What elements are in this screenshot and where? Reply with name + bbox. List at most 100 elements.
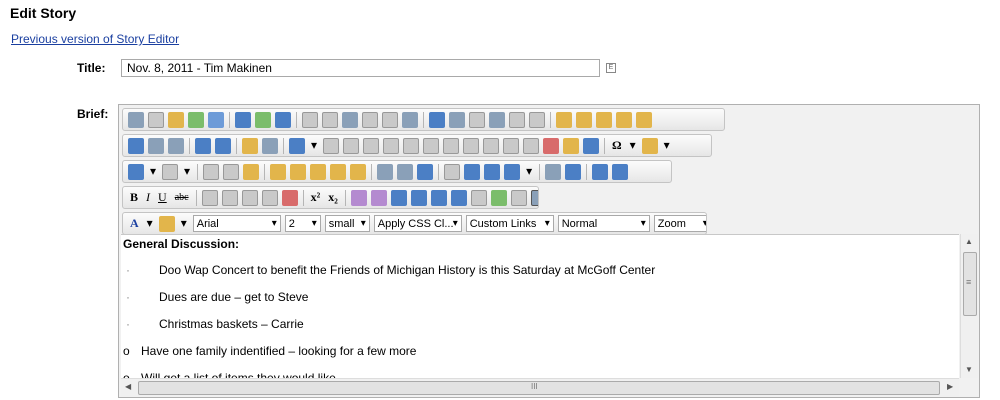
custom-links-select[interactable]: Custom Links: [465, 215, 554, 232]
convert-lower-icon[interactable]: [350, 189, 367, 206]
paragraph-marks-icon[interactable]: [464, 163, 481, 180]
bulleted-list-icon[interactable]: [450, 189, 467, 206]
cut-cell-icon[interactable]: [543, 137, 560, 154]
label-icon[interactable]: [509, 111, 525, 128]
hyperlink-icon[interactable]: [195, 137, 211, 154]
select-list-icon[interactable]: [382, 111, 398, 128]
strip-span-icon[interactable]: [636, 111, 652, 128]
horizontal-scrollbar[interactable]: ◀ III ▶: [121, 378, 959, 396]
find-icon[interactable]: [397, 163, 414, 180]
bold-icon[interactable]: B: [130, 190, 138, 205]
highlight-color-icon[interactable]: [158, 215, 175, 232]
strip-font-icon[interactable]: [616, 111, 632, 128]
undo-dropdown-icon[interactable]: ▾: [150, 164, 156, 179]
link-manager-icon[interactable]: [490, 189, 507, 206]
radio-button-icon[interactable]: [429, 111, 445, 128]
edit-icon[interactable]: [188, 111, 204, 128]
absolute-position-icon[interactable]: [470, 189, 487, 206]
paste-as-html-icon[interactable]: [330, 163, 347, 180]
outdent-icon[interactable]: [410, 189, 427, 206]
scroll-right-icon[interactable]: ▶: [947, 382, 953, 391]
time-icon[interactable]: [565, 163, 582, 180]
cell-properties-icon[interactable]: [503, 137, 520, 154]
paste-icon[interactable]: [243, 163, 260, 180]
checkbox-icon[interactable]: [362, 111, 378, 128]
title-input[interactable]: [121, 59, 600, 77]
snippets-dropdown-icon[interactable]: ▾: [664, 138, 670, 153]
convert-upper-icon[interactable]: [370, 189, 387, 206]
split-cell-icon[interactable]: [463, 137, 480, 154]
highlight-dropdown-icon[interactable]: ▾: [181, 216, 187, 231]
merge-cells-icon[interactable]: [443, 137, 460, 154]
print-icon[interactable]: [377, 163, 394, 180]
toggle-border-icon[interactable]: [530, 189, 538, 206]
insert-column-left-icon[interactable]: [383, 137, 400, 154]
redo-icon[interactable]: [162, 163, 179, 180]
symbol-dropdown-icon[interactable]: ▾: [526, 164, 532, 179]
format-painter-icon[interactable]: [208, 111, 224, 128]
align-right-icon[interactable]: [241, 189, 258, 206]
strip-word-icon[interactable]: [576, 111, 592, 128]
strikethrough-icon[interactable]: abc: [175, 192, 189, 203]
indent-icon[interactable]: [390, 189, 407, 206]
anchor-icon[interactable]: [215, 137, 231, 154]
delete-row-icon[interactable]: [363, 137, 380, 154]
text-box-icon[interactable]: [529, 111, 545, 128]
remove-link-icon[interactable]: [510, 189, 527, 206]
css-size-select[interactable]: small: [324, 215, 370, 232]
previous-version-link[interactable]: Previous version of Story Editor: [11, 32, 179, 46]
vertical-scroll-thumb[interactable]: ≡: [963, 252, 977, 316]
insert-symbol-icon[interactable]: [504, 163, 521, 180]
delete-column-icon[interactable]: [423, 137, 440, 154]
undo-icon[interactable]: [128, 163, 144, 180]
scroll-left-icon[interactable]: ◀: [125, 382, 131, 391]
horizontal-scroll-thumb[interactable]: III: [138, 381, 940, 395]
font-size-select[interactable]: 2: [284, 215, 321, 232]
subscript-icon[interactable]: x₂: [328, 190, 338, 205]
template-icon[interactable]: [242, 137, 258, 154]
special-character-dropdown-icon[interactable]: ▾: [630, 138, 636, 153]
insert-row-below-icon[interactable]: [343, 137, 360, 154]
image-icon[interactable]: [148, 137, 164, 154]
table-dropdown-icon[interactable]: ▾: [311, 138, 317, 153]
italic-icon[interactable]: I: [146, 190, 150, 205]
scroll-up-icon[interactable]: ▲: [965, 237, 973, 246]
paste-from-word-icon[interactable]: [270, 163, 287, 180]
insert-row-above-icon[interactable]: [323, 137, 340, 154]
table-properties-icon[interactable]: [523, 137, 540, 154]
hidden-field-icon[interactable]: [402, 111, 418, 128]
paragraph-style-select[interactable]: Normal: [557, 215, 650, 232]
date-icon[interactable]: [545, 163, 562, 180]
numbered-list-icon[interactable]: [430, 189, 447, 206]
info-icon[interactable]: [592, 163, 609, 180]
redo-dropdown-icon[interactable]: ▾: [184, 164, 190, 179]
editor-content-area[interactable]: General Discussion: · Doo Wap Concert to…: [121, 234, 959, 379]
paste-plain-text-icon[interactable]: [310, 163, 327, 180]
spellcheck-abc-icon[interactable]: [128, 137, 144, 154]
scroll-down-icon[interactable]: ▼: [965, 365, 973, 374]
font-color-icon[interactable]: A: [130, 216, 139, 231]
strip-css-icon[interactable]: [596, 111, 612, 128]
paste-html-icon[interactable]: [350, 163, 367, 180]
form-element-icon[interactable]: [322, 111, 338, 128]
delete-cell-icon[interactable]: [483, 137, 500, 154]
document-manager-icon[interactable]: [262, 137, 278, 154]
new-document-icon[interactable]: [148, 111, 164, 128]
align-left-icon[interactable]: [201, 189, 218, 206]
spellcheck-icon[interactable]: [128, 111, 144, 128]
flash-manager-icon[interactable]: [255, 111, 271, 128]
justify-none-icon[interactable]: [281, 189, 298, 206]
spellcheck-icon[interactable]: E: [606, 63, 616, 73]
edit-table-icon[interactable]: [563, 137, 580, 154]
cut-icon[interactable]: [203, 163, 220, 180]
format-stripper-icon[interactable]: [444, 163, 461, 180]
image-map-icon[interactable]: [168, 137, 184, 154]
image-manager-icon[interactable]: [235, 111, 251, 128]
select-all-icon[interactable]: [417, 163, 434, 180]
insert-paragraph-icon[interactable]: [302, 111, 318, 128]
text-field-icon[interactable]: [342, 111, 358, 128]
textarea-icon[interactable]: [469, 111, 485, 128]
zoom-select[interactable]: Zoom: [653, 215, 706, 232]
apply-css-class-select[interactable]: Apply CSS Cl...: [373, 215, 462, 232]
media-manager-icon[interactable]: [275, 111, 291, 128]
